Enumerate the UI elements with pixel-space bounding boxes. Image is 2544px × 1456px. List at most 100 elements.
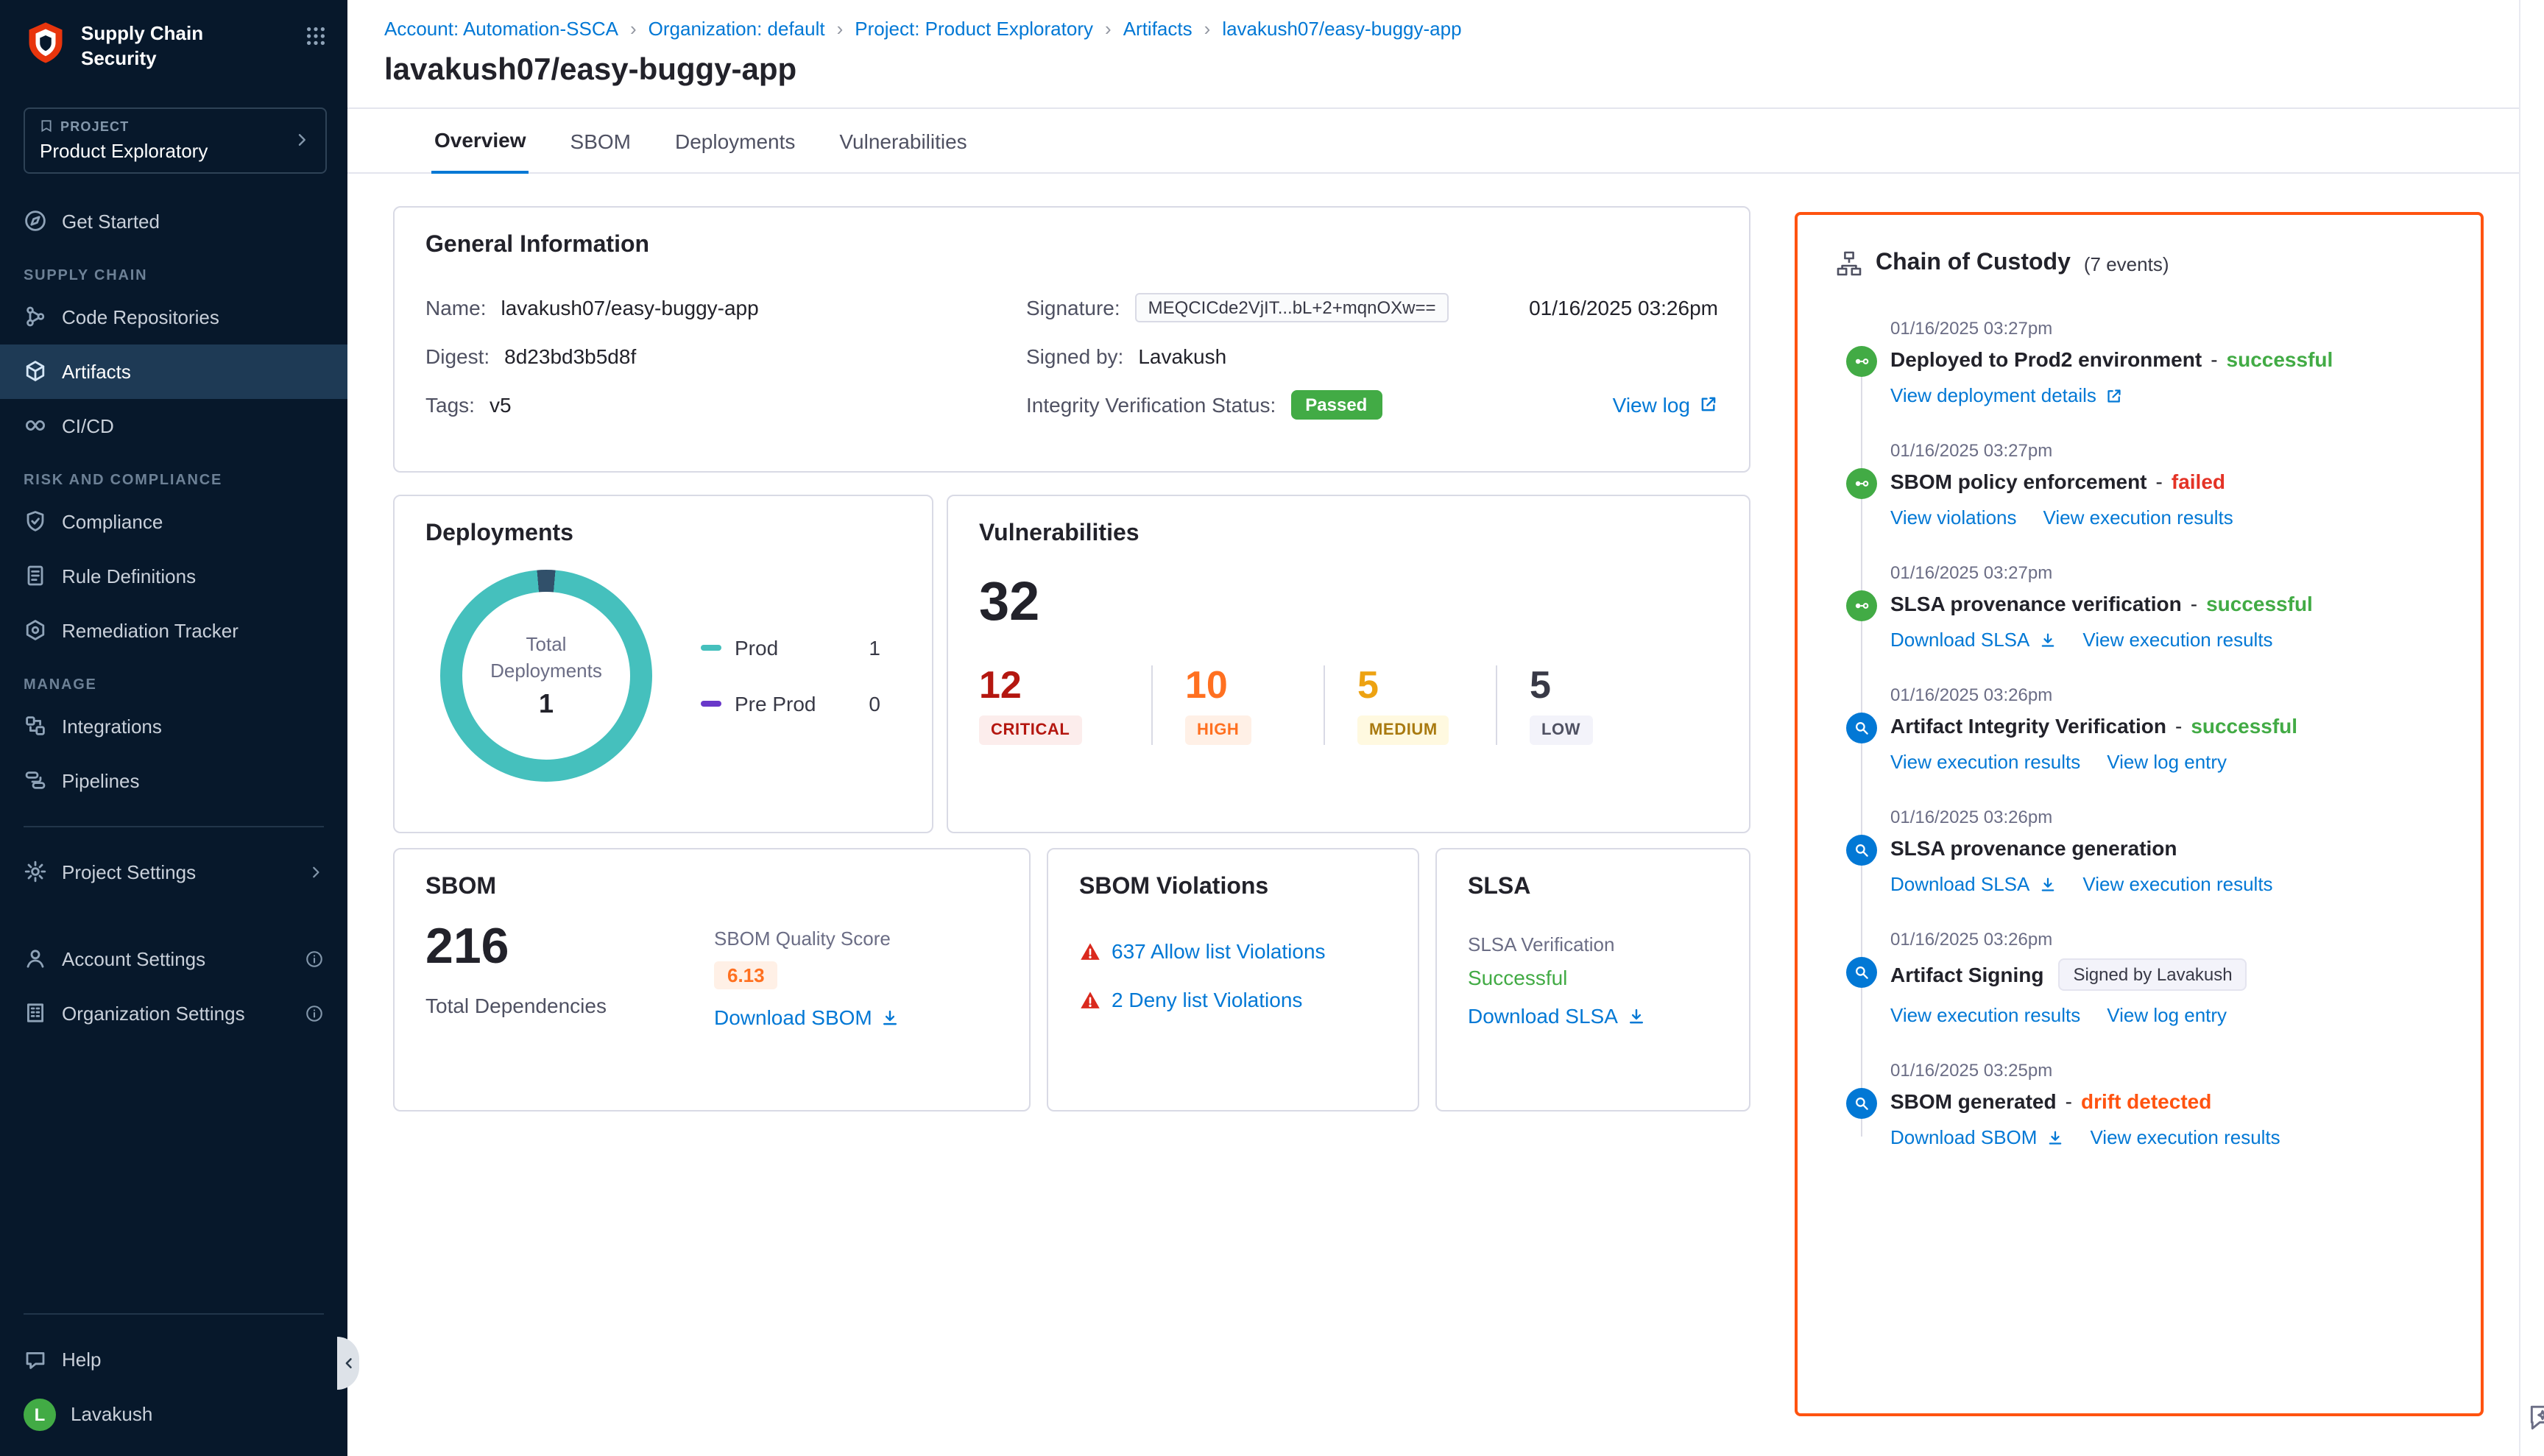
vulnerabilities-total: 32 [979,571,1718,633]
tab-vulnerabilities[interactable]: Vulnerabilities [836,130,969,172]
sidebar-item-get-started[interactable]: Get Started [0,194,347,249]
project-name: Product Exploratory [40,140,293,162]
link-label: Download SLSA [1890,873,2029,895]
view-log-entry-link[interactable]: View log entry [2107,1004,2227,1026]
sidebar-item-label: Rule Definitions [62,565,196,587]
sidebar-item-help[interactable]: Help [0,1332,347,1387]
get-started-icon [24,210,47,233]
ai-assistant-icon[interactable] [2526,1400,2544,1432]
sidebar-item-pipelines[interactable]: Pipelines [0,754,347,808]
link-label: View log entry [2107,751,2227,773]
view-execution-results-link[interactable]: View execution results [2082,873,2272,895]
view-log-entry-link[interactable]: View log entry [2107,751,2227,773]
view-execution-results-link[interactable]: View execution results [2082,629,2272,651]
breadcrumb-separator: › [630,18,637,40]
breadcrumb-separator: › [1204,18,1211,40]
sidebar-item-organization-settings[interactable]: Organization Settings [0,986,347,1041]
event-links: View deployment details [1890,384,2454,406]
deny-list-violations-link[interactable]: 2 Deny list Violations [1112,988,1302,1011]
sidebar-item-label: Code Repositories [62,306,219,328]
event-title-row: SBOM policy enforcement - failed [1890,470,2454,493]
sidebar-bottom: Help L Lavakush [0,1296,347,1456]
view-violations-link[interactable]: View violations [1890,506,2017,529]
breadcrumb-artifacts[interactable]: Artifacts [1123,18,1192,40]
event-status: drift detected [2081,1089,2211,1113]
view-log-link[interactable]: View log [1613,392,1718,416]
sidebar-item-integrations[interactable]: Integrations [0,699,347,754]
low-chip: LOW [1530,715,1592,745]
download-slsa-link[interactable]: Download SLSA [1890,629,2056,651]
download-slsa-link[interactable]: Download SLSA [1890,873,2056,895]
legend-row-pre-prod: Pre Prod 0 [701,692,880,715]
view-deployment-details-link[interactable]: View deployment details [1890,384,2123,406]
sidebar-item-project-settings[interactable]: Project Settings [0,845,347,900]
donut-total-value: 1 [539,688,554,719]
view-execution-results-link[interactable]: View execution results [1890,751,2080,773]
breadcrumb-organization[interactable]: Organization: default [649,18,825,40]
download-sbom-link[interactable]: Download SBOM [714,1006,900,1029]
event-links: Download SLSA View execution results [1890,873,2454,895]
download-icon [2038,631,2056,649]
name-label: Name: [425,295,486,319]
sidebar-item-account-settings[interactable]: Account Settings [0,932,347,986]
breadcrumb-project[interactable]: Project: Product Exploratory [855,18,1093,40]
warning-triangle-icon [1079,940,1101,962]
name-value: lavakush07/easy-buggy-app [501,295,758,319]
download-slsa-label: Download SLSA [1468,1004,1618,1028]
download-slsa-link[interactable]: Download SLSA [1468,1004,1646,1028]
sidebar-item-label: Project Settings [62,861,196,883]
event-timestamp: 01/16/2025 03:26pm [1890,807,2454,827]
hexagon-tracker-icon [24,619,47,643]
card-title: SLSA [1468,874,1718,901]
sidebar-item-remediation-tracker[interactable]: Remediation Tracker [0,604,347,658]
sidebar-item-compliance[interactable]: Compliance [0,495,347,549]
high-chip: HIGH [1185,715,1251,745]
download-sbom-link[interactable]: Download SBOM [1890,1126,2063,1148]
document-rules-icon [24,565,47,588]
organization-building-icon [24,1002,47,1025]
sidebar-item-code-repositories[interactable]: Code Repositories [0,290,347,344]
sidebar-item-cicd[interactable]: CI/CD [0,399,347,453]
sidebar-item-label: Remediation Tracker [62,620,239,642]
breadcrumb-account[interactable]: Account: Automation-SSCA [384,18,618,40]
legend-row-prod: Prod 1 [701,636,880,660]
info-icon[interactable] [305,1004,324,1023]
user-avatar: L [24,1398,56,1430]
integrity-status-label: Integrity Verification Status: [1026,392,1276,416]
view-execution-results-link[interactable]: View execution results [2043,506,2233,529]
event-title: SBOM generated [1890,1089,2057,1113]
project-selector-text: PROJECT Product Exploratory [40,119,293,162]
sidebar-item-artifacts[interactable]: Artifacts [0,344,347,399]
content-area: General Information Name: lavakush07/eas… [347,174,2519,1456]
breadcrumb-artifact-name[interactable]: lavakush07/easy-buggy-app [1222,18,1461,40]
module-switcher-grid-icon[interactable] [305,25,327,47]
event-title-row: SLSA provenance generation [1890,836,2454,860]
sidebar-user[interactable]: L Lavakush [0,1387,347,1441]
general-information-right: Signature: MEQCICde2VjIT...bL+2+mqnOXw==… [1026,290,1718,436]
tab-sbom[interactable]: SBOM [568,130,634,172]
donut-label: Total Deployments [490,632,602,684]
allow-list-violations-row: 637 Allow list Violations [1079,939,1387,963]
sidebar-item-rule-definitions[interactable]: Rule Definitions [0,549,347,604]
low-count: 5 [1530,665,1633,704]
legend-label: Prod [735,636,778,660]
sidebar-item-label: CI/CD [62,415,114,437]
chevron-right-icon [293,132,311,149]
chain-of-custody-panel: Chain of Custody (7 events) 01/16/2025 0… [1795,212,2484,1416]
sidebar-item-label: Compliance [62,511,163,533]
artifact-cube-icon [24,360,47,384]
tab-overview[interactable]: Overview [431,128,529,174]
project-selector[interactable]: PROJECT Product Exploratory [24,107,327,174]
shield-check-icon [24,510,47,534]
view-execution-results-link[interactable]: View execution results [2090,1126,2280,1148]
signature-timestamp: 01/16/2025 03:26pm [1529,295,1718,319]
info-icon[interactable] [305,950,324,969]
allow-list-violations-link[interactable]: 637 Allow list Violations [1112,939,1326,963]
view-execution-results-link[interactable]: View execution results [1890,1004,2080,1026]
general-information-left: Name: lavakush07/easy-buggy-app Digest: … [425,290,1026,436]
harness-shield-logo-icon [24,21,68,65]
signed-by-value: Lavakush [1138,344,1226,367]
tab-deployments[interactable]: Deployments [672,130,798,172]
status-separator: - [2156,470,2163,493]
chain-event-sbom-policy: 01/16/2025 03:27pm SBOM policy enforceme… [1846,440,2454,529]
